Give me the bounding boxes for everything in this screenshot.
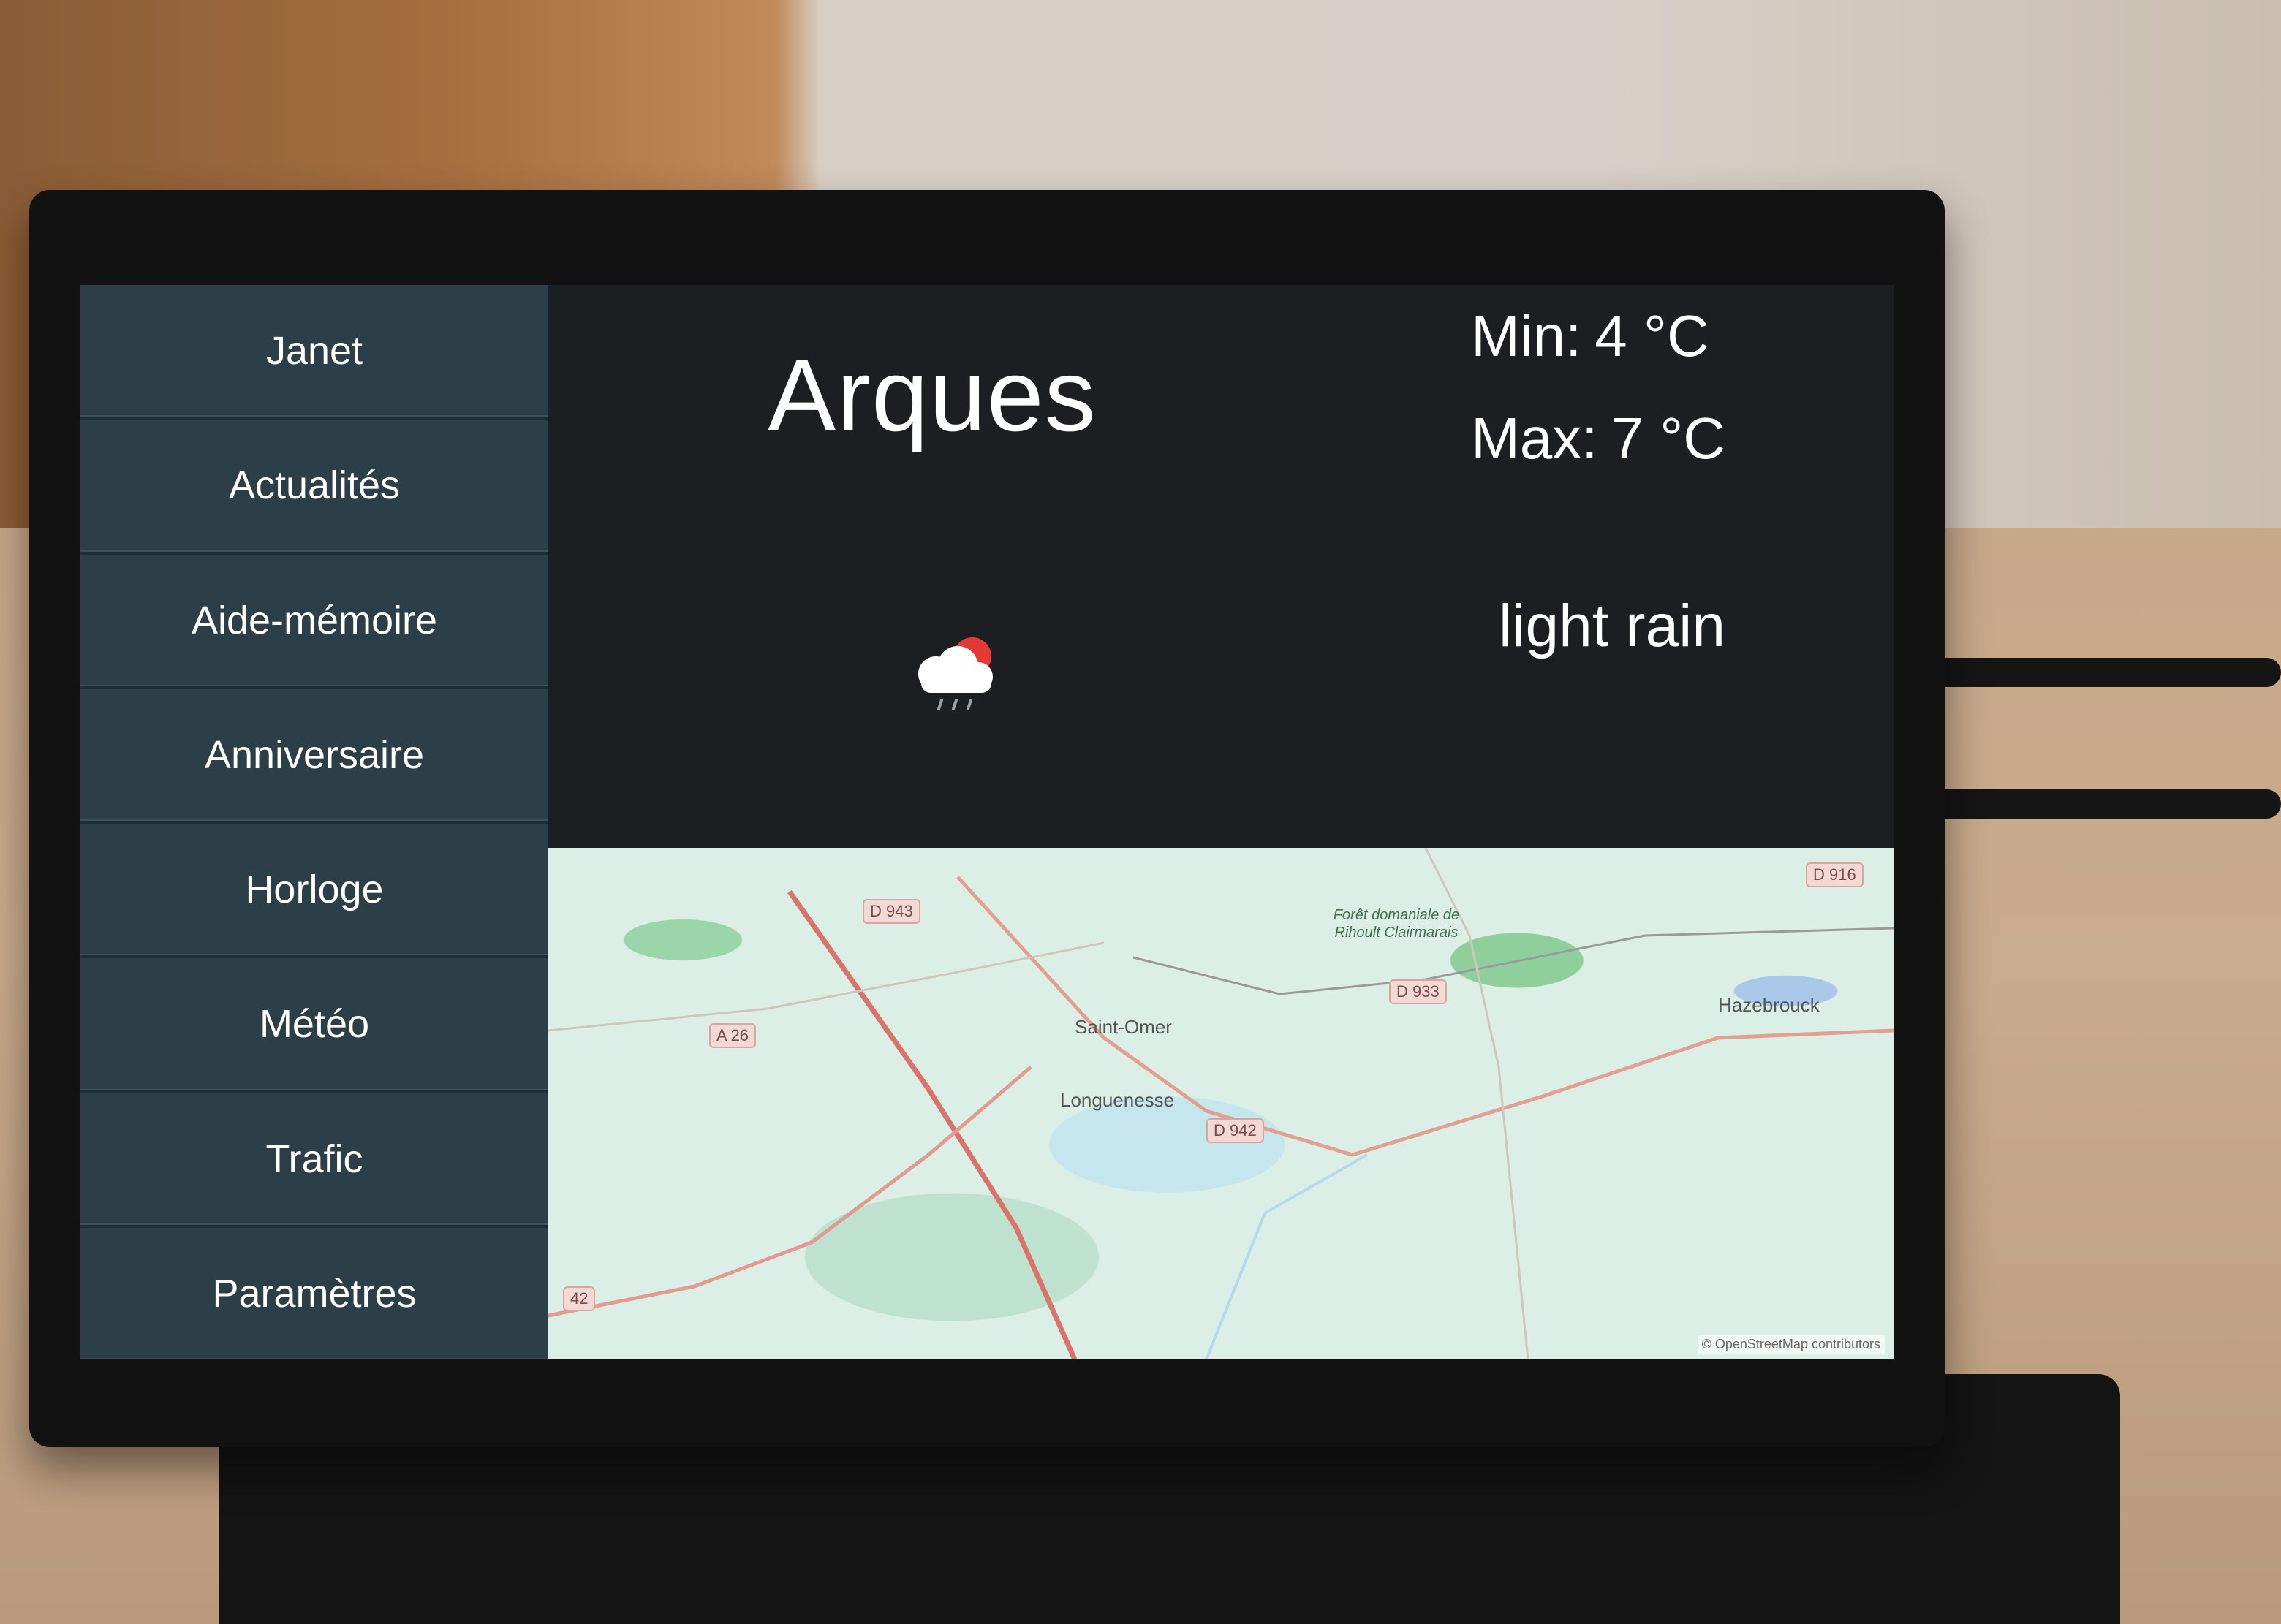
sidebar-item-parametres[interactable]: Paramètres [80,1228,548,1359]
map-attribution: © OpenStreetMap contributors [1697,1335,1885,1354]
road-badge-d942: D 942 [1206,1118,1264,1143]
road-badge-42: 42 [563,1286,596,1311]
road-badge-d943: D 943 [863,899,920,924]
sidebar-item-actualites[interactable]: Actualités [80,420,548,555]
sidebar-item-label: Paramètres [212,1271,417,1316]
sidebar-item-label: Météo [259,1002,370,1047]
sidebar-item-aide-memoire[interactable]: Aide-mémoire [80,555,548,689]
min-temperature: Min: 4 °C [1471,285,1725,387]
map-roads [548,848,1894,1359]
city-name: Arques [768,338,1097,452]
road-badge-a26: A 26 [709,1023,757,1048]
place-longuenesse: Longuenesse [1060,1089,1175,1111]
cable [1930,789,2281,819]
monitor: Janet Actualités Aide-mémoire Anniversai… [29,190,1945,1447]
sidebar-item-horloge[interactable]: Horloge [80,824,548,959]
min-label: Min: [1471,303,1582,368]
max-label: Max: [1471,406,1598,471]
weather-panel: Arques Min: 4 °C Max: 7 °C light rain D … [548,285,1894,1359]
weather-description: light rain [1499,593,1725,659]
cable [1930,658,2281,687]
sidebar-item-janet[interactable]: Janet [80,285,548,420]
sidebar: Janet Actualités Aide-mémoire Anniversai… [80,285,548,1359]
sidebar-item-trafic[interactable]: Trafic [80,1093,548,1228]
sidebar-item-label: Aide-mémoire [191,598,438,642]
sidebar-item-anniversaire[interactable]: Anniversaire [80,689,548,824]
traffic-map[interactable]: D 943 A 26 D 942 D 933 D 916 42 Saint-Om… [548,848,1894,1359]
photo-scene: Janet Actualités Aide-mémoire Anniversai… [0,0,2281,1624]
place-forest: Forêt domaniale de Rihoult Clairmarais [1333,907,1460,941]
place-saint-omer: Saint-Omer [1075,1016,1172,1038]
min-value: 4 °C [1595,303,1709,368]
max-temperature: Max: 7 °C [1471,387,1725,490]
sidebar-item-label: Trafic [265,1137,363,1181]
sidebar-item-label: Horloge [245,868,384,912]
sidebar-item-label: Janet [265,329,363,373]
sidebar-item-label: Actualités [228,463,401,508]
screen: Janet Actualités Aide-mémoire Anniversai… [80,285,1894,1359]
max-value: 7 °C [1611,406,1725,471]
place-hazebrouck: Hazebrouck [1718,994,1820,1016]
road-badge-d916: D 916 [1806,862,1864,887]
sidebar-item-label: Anniversaire [204,732,425,777]
cloud-rain-sun-icon [899,629,1016,716]
temperature-range: Min: 4 °C Max: 7 °C [1471,285,1725,490]
road-badge-d933: D 933 [1389,979,1447,1004]
sidebar-item-meteo[interactable]: Météo [80,958,548,1093]
